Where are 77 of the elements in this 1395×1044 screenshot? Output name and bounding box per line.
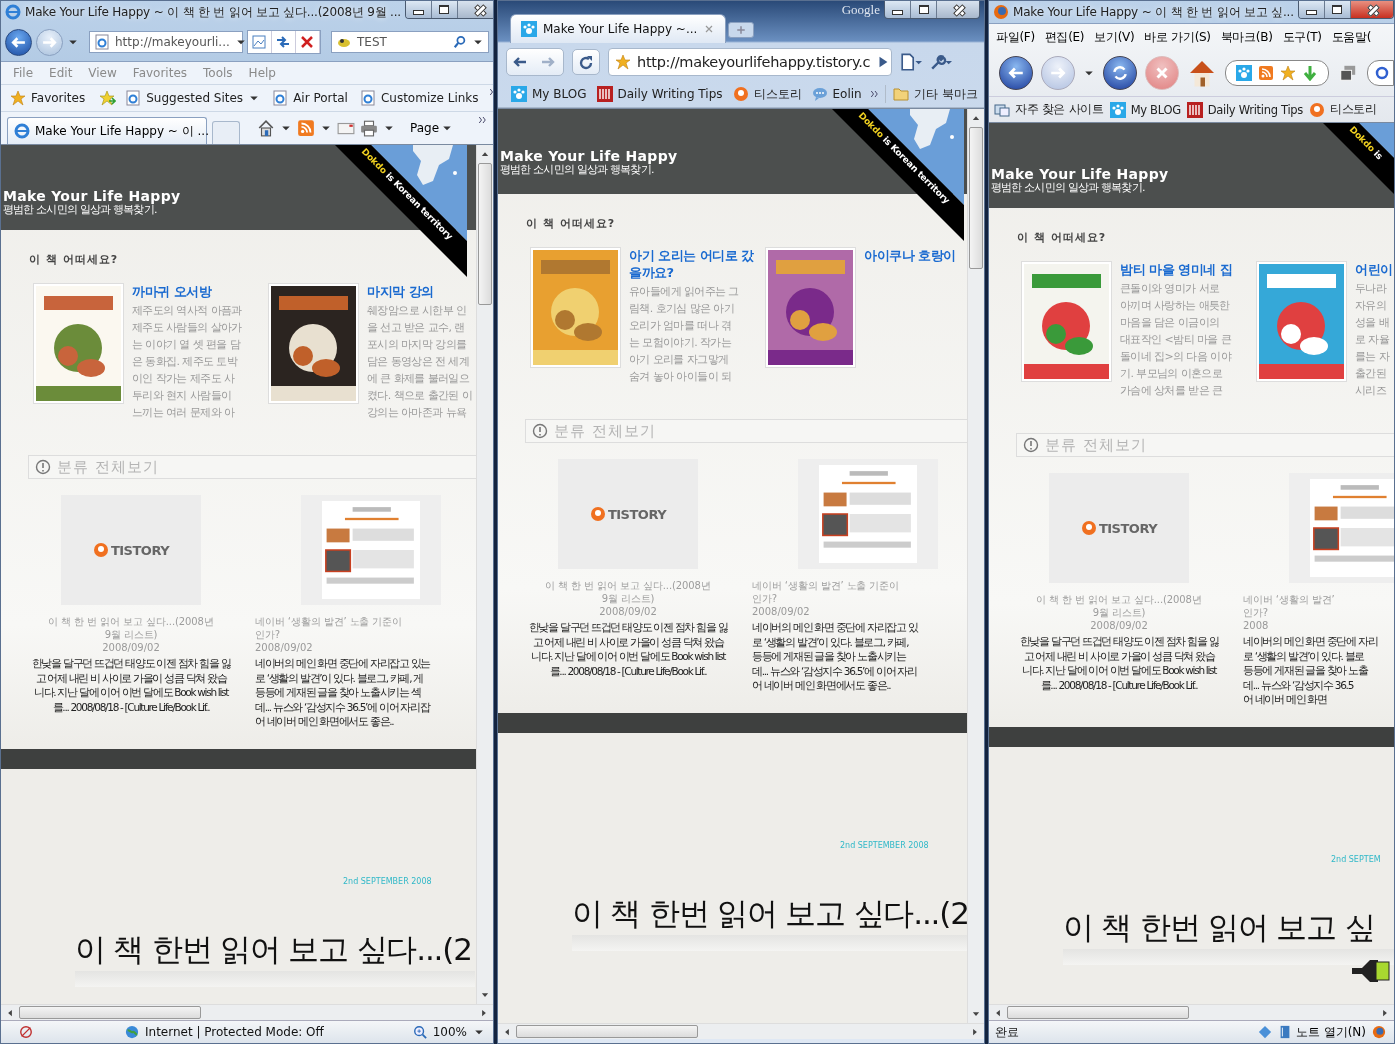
- window-title: Make Your Life Happy ~ 이 책 한 번 읽어 보고 싶...: [1013, 3, 1294, 21]
- menu-item[interactable]: 북마크(B): [1215, 28, 1278, 46]
- menu-item[interactable]: 파일(F): [991, 28, 1040, 46]
- blog-title[interactable]: Make Your Life Happy: [991, 167, 1169, 182]
- other-bookmarks[interactable]: 기타 북마크: [889, 85, 981, 103]
- section-heading: 이 책 어떠세요?: [526, 216, 616, 231]
- menu-item[interactable]: 바로 가기(S): [1139, 28, 1216, 46]
- bookmark-item[interactable]: Daily Writing Tips: [1183, 101, 1306, 118]
- blog-subtitle: 평범한 소시민의 일상과 행복찾기.: [3, 204, 157, 216]
- blog-subtitle: 평범한 소시민의 일상과 행복찾기.: [500, 164, 654, 176]
- book-title[interactable]: 까마귀 오서방: [132, 283, 262, 300]
- blog-title[interactable]: Make Your Life Happy: [3, 189, 181, 204]
- address-field[interactable]: http://makeyourli...: [89, 31, 243, 53]
- notes-button[interactable]: 노트 열기(N): [1277, 1023, 1366, 1041]
- bookmark-item[interactable]: My BLOG: [508, 86, 590, 102]
- book-title[interactable]: 어린이: [1355, 261, 1394, 278]
- section-heading: 이 책 어떠세요?: [29, 252, 119, 267]
- book-description: 유아들에게 읽어주는 그 림책. 호기심 많은 아기 오리가 엄마를 떠나 겪 는 모험이야기. 작가는 아기 오리를 자그맣게 숨겨 놓아 아이들이 되: [629, 284, 739, 385]
- post-headline[interactable]: 이 책 한번 읽어 보고 싶: [1063, 908, 1375, 945]
- menu-item[interactable]: 편집(E): [1039, 28, 1090, 46]
- post-headline[interactable]: 이 책 한번 읽어 보고 싶다...(2: [75, 930, 472, 967]
- zoom-level[interactable]: 100%: [432, 1025, 467, 1039]
- security-zone[interactable]: Internet | Protected Mode: Off: [145, 1025, 324, 1039]
- post-headline[interactable]: 이 책 한번 읽어 보고 싶다...(2: [572, 894, 967, 931]
- page-menu-button[interactable]: Page: [410, 121, 454, 135]
- browser-tab[interactable]: Make Your Life Happy ~ 이 ...: [7, 117, 207, 144]
- book-title[interactable]: 마지막 강의: [367, 283, 476, 300]
- logo-text: TISTORY: [1098, 520, 1158, 536]
- post-excerpt: 한낮을 달구던 뜨겁던 태양도 이젠 점차 힘을 잃 고 어제 내린 비 사이로 가을이 성큼 닥쳐 왔습 니다. 지난 달에 이어 이번 달에도 Book wish list 를... 2008/08/18 - [Culture Life/Book Lif..: [528, 620, 728, 678]
- menu-item[interactable]: 도움말(: [1326, 28, 1377, 46]
- address-field[interactable]: http://makeyourlifehappy.tistory.c: [608, 48, 892, 76]
- logo-text: TISTORY: [607, 506, 667, 522]
- window-title: Make Your Life Happy ~ 이 책 한 번 읽어 보고 싶다...(2008년 9월 ...: [25, 3, 401, 21]
- bookmark-item[interactable]: 자주 찾은 사이트: [991, 101, 1107, 118]
- bookmark-item[interactable]: 티스토리: [729, 85, 805, 103]
- post-date: 2008/09/02: [752, 605, 810, 618]
- book-title[interactable]: 아이쿠나 호랑이: [864, 247, 967, 264]
- logo-text: TISTORY: [110, 542, 170, 558]
- favorites-link[interactable]: Suggested Sites: [122, 90, 264, 106]
- post-date-line: 2nd SEPTEM: [1331, 854, 1381, 864]
- book-title[interactable]: 밤티 마을 영미네 집: [1120, 261, 1250, 278]
- bookmark-item[interactable]: 티스토리: [1306, 101, 1380, 118]
- post-date-line: 2nd SEPTEMBER 2008: [840, 840, 929, 850]
- thumbnail[interactable]: TISTORY: [61, 495, 201, 605]
- post-date: 2008/09/02: [102, 641, 160, 654]
- thumbnail[interactable]: TISTORY: [558, 459, 698, 569]
- bookmark-item[interactable]: My BLOG: [1106, 101, 1184, 118]
- post-excerpt: 한낮을 달구던 뜨겁던 태양도 이젠 점차 힘을 잃 고 어제 내린 비 사이로 가을이 성큼 닥쳐 왔습 니다. 지난 달에 이어 이번 달에도 Book wish list 를... 2008/08/18 - [Culture Life/Book Lif..: [1019, 634, 1219, 692]
- post-excerpt: 네이버의 메인 화면 중단에 자리잡고 있 로 ‘생활의 발견’이 있다. 블로그, 카페, 등등에 게재된 글을 찾아 노출시키는 데... 뉴스와 ‘감성지수 36.5’에 이어 자리 어 네이버 메인 화면에서도 좋은..: [752, 620, 918, 693]
- blog-subtitle: 평범한 소시민의 일상과 행복찾기.: [991, 182, 1145, 194]
- post-date: 2008: [1243, 619, 1269, 632]
- bookmark-item[interactable]: Daily Writing Tips: [593, 86, 726, 102]
- favorites-link[interactable]: Air Portal: [269, 90, 351, 106]
- section-heading: 이 책 어떠세요?: [1017, 230, 1107, 245]
- menu-item[interactable]: 보기(V): [1089, 28, 1140, 46]
- favorites-link[interactable]: Favorites: [7, 90, 89, 106]
- post-excerpt: 네이버의 메인 화면 중단에 자리 로 ‘생활의 발견’이 있다. 블로 등등에 게재된 글을 찾아 노출 데... 뉴스와 ‘감성지수 36.5 어 네이버 메인 화면: [1243, 634, 1378, 707]
- status-text: 완료: [995, 1023, 1019, 1041]
- post-date-line: 2nd SEPTEMBER 2008: [343, 876, 432, 886]
- book-description: 두나라 자유의 성을 배 로 자율 를는 자 출간된 시리즈: [1355, 281, 1390, 399]
- favorites-link[interactable]: Customize Links: [356, 90, 482, 106]
- blog-title[interactable]: Make Your Life Happy: [500, 149, 678, 164]
- book-description: 제주도의 역사적 아픔과 제주도 사람들의 살아가 는 이야기 열 셋 편을 담 은 동화집. 제주도 토박 이인 작가는 제주도 사 투리와 현지 사람들이 느끼는 여러 문제와 아: [132, 303, 242, 421]
- menu-item[interactable]: 도구(T): [1277, 28, 1327, 46]
- post-date: 2008/09/02: [599, 605, 657, 618]
- search-field[interactable]: TEST: [331, 31, 489, 53]
- book-title[interactable]: 아기 오리는 어디로 갔을까요?: [629, 247, 759, 281]
- browser-tab[interactable]: Make Your Life Happy ~...: [510, 14, 727, 43]
- brand-label: Google: [841, 2, 880, 18]
- post-excerpt: 네이버의 메인 화면 중단에 자리잡고 있는 로 ‘생활의 발견’이 있다. 블로그, 카페, 게 등등에 게재된 글을 찾아 노출시키는 섹 데... 뉴스와 ‘감성지수 36.5’에 이어 자리잡 어 네이버 메인 화면에서도 좋은..: [255, 656, 431, 729]
- book-description: 큰돌이와 영미가 서로 아끼며 사랑하는 애틋한 마음을 담은 이금이의 대표작인 <밤티 마을 큰 돌이네 집>의 다음 이야 기. 부모님의 이혼으로 가슴에 상처를 받은 큰: [1120, 281, 1231, 399]
- post-date: 2008/09/02: [1090, 619, 1148, 632]
- thumbnail[interactable]: TISTORY: [1049, 473, 1189, 583]
- post-excerpt: 한낮을 달구던 뜨겁던 태양도 이젠 점차 힘을 잃 고 어제 내린 비 사이로 가을이 성큼 닥쳐 왔습 니다. 지난 달에 이어 이번 달에도 Book wish list 를... 2008/08/18 - [Culture Life/Book Lif..: [31, 656, 231, 714]
- bookmark-item[interactable]: Eolin: [808, 86, 865, 102]
- book-description: 췌장암으로 시한부 인 을 선고 받은 교수, 랜 포시의 마지막 강의를 담은 동영상은 전 세계 에 큰 화제를 불러일으 켰다. 책으로 출간된 이 강의는 아마존과 뉴욕: [367, 303, 473, 421]
- post-date: 2008/09/02: [255, 641, 313, 654]
